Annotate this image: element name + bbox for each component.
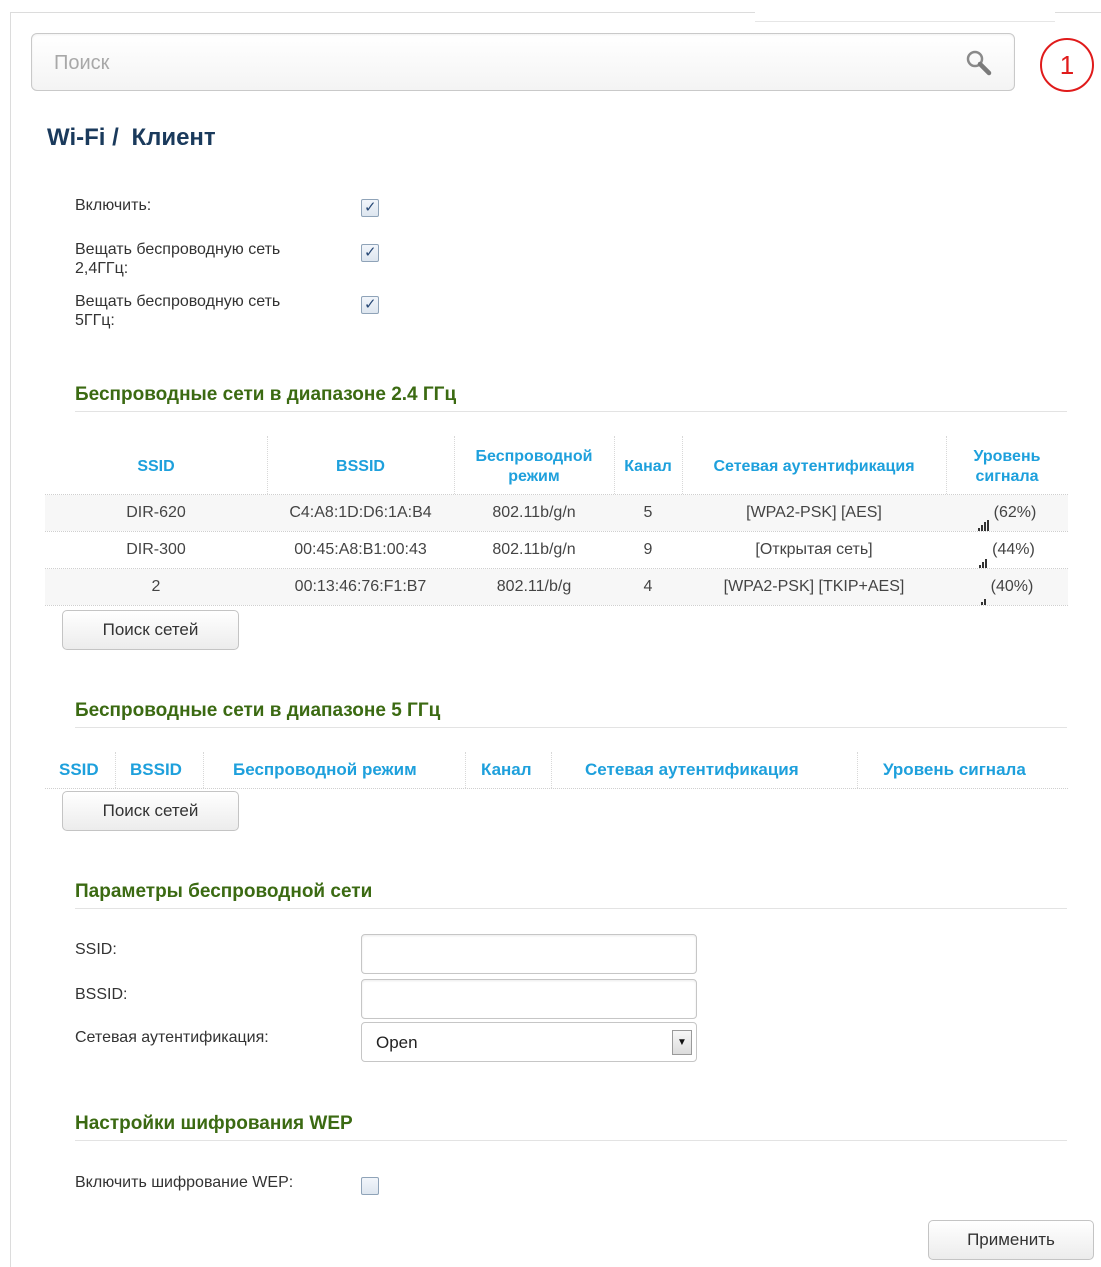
apply-button[interactable]: Применить: [928, 1220, 1094, 1260]
broadcast-24-label-line1: Вещать беспроводную сеть: [75, 241, 281, 258]
cell-channel: 5: [643, 504, 653, 521]
table-row[interactable]: DIR-300 00:45:A8:B1:00:43 802.11b/g/n 9 …: [45, 532, 1068, 568]
section-24-title: Беспроводные сети в диапазоне 2.4 ГГц: [75, 384, 457, 405]
column-divider: [465, 752, 466, 788]
column-divider: [551, 752, 552, 788]
search-input[interactable]: [52, 48, 952, 78]
column-divider: [115, 752, 116, 788]
scan-24-button[interactable]: Поиск сетей: [62, 610, 239, 650]
auth-select-value: Open: [376, 1033, 418, 1052]
auth-select[interactable]: Open ▼: [361, 1022, 697, 1062]
column-header-bssid[interactable]: BSSID: [267, 443, 454, 491]
column-header-ssid[interactable]: SSID: [45, 443, 267, 491]
cell-mode: 802.11b/g/n: [492, 504, 576, 521]
column-header-channel[interactable]: Канал: [614, 443, 682, 491]
cell-mode: 802.11/b/g: [496, 578, 572, 595]
header-tab-notch: [755, 0, 1055, 22]
column-header-signal[interactable]: Уровень сигнала: [946, 443, 1068, 491]
column-divider: [946, 436, 947, 496]
broadcast-5-label: Вещать беспроводную сеть 5ГГц:: [75, 292, 280, 330]
params-divider: [75, 908, 1067, 909]
wep-title: Настройки шифрования WEP: [75, 1113, 353, 1134]
row-divider: [45, 788, 1068, 789]
column-header-bssid[interactable]: BSSID: [130, 758, 182, 782]
column-header-ssid[interactable]: SSID: [59, 758, 99, 782]
column-header-mode[interactable]: Беспроводной режим: [233, 758, 417, 782]
signal-value: (44%): [992, 541, 1035, 558]
section-5-divider: [75, 727, 1067, 728]
notification-badge[interactable]: 1: [1040, 38, 1094, 92]
column-header-mode[interactable]: Беспроводной режим: [454, 443, 614, 491]
ssid-input[interactable]: [361, 934, 697, 974]
row-divider: [45, 605, 1068, 606]
ssid-label: SSID:: [75, 941, 117, 958]
check-icon: ✓: [364, 199, 377, 216]
wep-divider: [75, 1140, 1067, 1141]
page-title: Wi-Fi / Клиент: [47, 124, 216, 152]
cell-auth: [WPA2-PSK] [TKIP+AES]: [723, 578, 905, 595]
bssid-input[interactable]: [361, 979, 697, 1019]
cell-ssid: DIR-620: [126, 504, 186, 521]
broadcast-24-label: Вещать беспроводную сеть 2,4ГГц:: [75, 240, 280, 278]
enable-label: Включить:: [75, 197, 152, 214]
broadcast-24-label-line2: 2,4ГГц:: [75, 260, 129, 277]
column-header-channel[interactable]: Канал: [481, 758, 532, 782]
column-divider: [682, 436, 683, 496]
check-icon: ✓: [364, 296, 377, 313]
signal-value: (40%): [990, 578, 1034, 595]
column-header-auth[interactable]: Сетевая аутентификация: [585, 758, 799, 782]
check-icon: ✓: [364, 244, 377, 261]
column-divider: [857, 752, 858, 788]
table-row[interactable]: DIR-620 C4:A8:1D:D6:1A:B4 802.11b/g/n 5 …: [45, 495, 1068, 531]
signal-strength-icon: [980, 569, 987, 605]
signal-value: (62%): [993, 504, 1037, 521]
cell-auth: [Открытая сеть]: [755, 541, 873, 558]
enable-checkbox[interactable]: ✓: [361, 199, 379, 217]
auth-label: Сетевая аутентификация:: [75, 1029, 269, 1046]
column-divider: [267, 436, 268, 496]
column-header-auth[interactable]: Сетевая аутентификация: [682, 443, 946, 491]
scan-5-button[interactable]: Поиск сетей: [62, 791, 239, 831]
column-divider: [203, 752, 204, 788]
wep-enable-checkbox[interactable]: [361, 1177, 379, 1195]
cell-ssid: 2: [151, 578, 161, 595]
breadcrumb-page: Клиент: [131, 124, 216, 151]
params-title: Параметры беспроводной сети: [75, 881, 373, 902]
signal-strength-icon: [977, 495, 990, 531]
signal-strength-icon: [979, 532, 988, 568]
cell-auth: [WPA2-PSK] [AES]: [746, 504, 882, 521]
chevron-down-icon[interactable]: ▼: [672, 1030, 692, 1055]
wep-enable-label: Включить шифрование WEP:: [75, 1174, 294, 1191]
column-header-signal[interactable]: Уровень сигнала: [883, 758, 1026, 782]
cell-ssid: DIR-300: [126, 541, 186, 558]
column-divider: [454, 436, 455, 496]
cell-bssid: 00:45:A8:B1:00:43: [294, 541, 427, 558]
broadcast-5-label-line1: Вещать беспроводную сеть: [75, 293, 281, 310]
table-row[interactable]: 2 00:13:46:76:F1:B7 802.11/b/g 4 [WPA2-P…: [45, 569, 1068, 605]
search-icon[interactable]: [964, 48, 994, 78]
bssid-label: BSSID:: [75, 986, 128, 1003]
section-5-title: Беспроводные сети в диапазоне 5 ГГц: [75, 700, 441, 721]
cell-channel: 4: [643, 578, 653, 595]
cell-bssid: 00:13:46:76:F1:B7: [294, 578, 427, 595]
cell-signal: (44%): [946, 532, 1068, 568]
broadcast-24-checkbox[interactable]: ✓: [361, 244, 379, 262]
cell-bssid: C4:A8:1D:D6:1A:B4: [289, 504, 432, 521]
cell-signal: (62%): [946, 495, 1068, 531]
column-divider: [614, 436, 615, 496]
section-24-divider: [75, 411, 1067, 412]
breadcrumb-section[interactable]: Wi-Fi /: [47, 124, 119, 151]
broadcast-5-checkbox[interactable]: ✓: [361, 296, 379, 314]
cell-mode: 802.11b/g/n: [492, 541, 576, 558]
search-box[interactable]: [31, 33, 1015, 91]
cell-channel: 9: [643, 541, 653, 558]
cell-signal: (40%): [946, 569, 1068, 605]
broadcast-5-label-line2: 5ГГц:: [75, 312, 115, 329]
